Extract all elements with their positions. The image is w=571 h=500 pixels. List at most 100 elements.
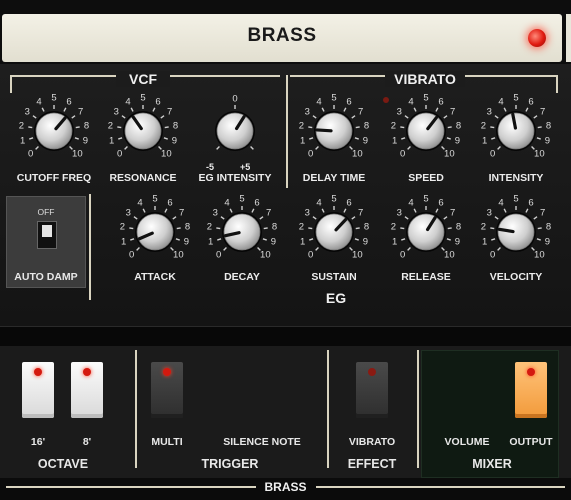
vibrato-knob-1-tick: [446, 137, 451, 140]
vibrato-knob-0-scale-1: 1: [299, 135, 306, 147]
eg-knob-1-group[interactable]: [216, 206, 268, 252]
vcf-knob-1-tick: [118, 137, 123, 140]
vcf-knob-0-scale-9: 9: [82, 135, 89, 147]
eg-knob-1-scale-0: 0: [216, 249, 222, 261]
eg-knob-4-scale-8: 8: [545, 221, 552, 233]
auto-damp-toggle-housing[interactable]: [37, 221, 57, 249]
vibrato-knob-1-group[interactable]: [400, 105, 452, 151]
eg-knob-0-scale-4: 4: [137, 197, 143, 209]
eg-knob-2-scale-1: 1: [299, 236, 306, 248]
eg-knob-0-tick: [142, 208, 146, 213]
vcf-knob-0-tick: [63, 107, 67, 112]
trigger-title: TRIGGER: [201, 457, 259, 471]
vibrato-knob-2-group[interactable]: [490, 105, 542, 151]
eg-knob-2-scale-0: 0: [308, 249, 314, 261]
panel-seam: [0, 326, 571, 346]
volume-label: VOLUME: [444, 436, 490, 448]
eg-knob-4-tick: [525, 208, 529, 213]
vibrato-knob-0-scale-7: 7: [358, 106, 364, 118]
eg-knob-3-tick: [401, 238, 406, 241]
multi-trigger-button[interactable]: [151, 362, 183, 418]
eg-knob-3-tick: [435, 208, 439, 213]
octave-16-button[interactable]: [22, 362, 54, 418]
vcf-knob-1-tick: [124, 146, 128, 150]
vcf-knob-0-tick: [32, 115, 37, 119]
eg-knob-0-cap[interactable]: [136, 213, 174, 251]
footer-title: BRASS: [264, 480, 307, 494]
vcf-knob-0-scale-1: 1: [19, 135, 26, 147]
multi-label: MULTI: [151, 436, 183, 448]
vibrato-knob-0-tick: [309, 137, 314, 140]
eg-knob-2-label: SUSTAIN: [311, 271, 357, 283]
vibrato-knob-2-tick: [537, 126, 542, 129]
eg-knob-4-tick: [490, 227, 495, 230]
output-button[interactable]: [515, 362, 547, 418]
eg-knob-1-scale-3: 3: [212, 207, 218, 219]
eg-knob-4-cap[interactable]: [497, 213, 535, 251]
eg-knob-0-tick: [172, 216, 177, 220]
eg-knob-3-group[interactable]: [400, 206, 452, 252]
vibrato-effect-button[interactable]: [356, 362, 388, 418]
vcf-knob-2-group[interactable]: [215, 105, 255, 151]
vcf-knob-1-cap[interactable]: [124, 112, 162, 150]
vibrato-knob-1-scale-7: 7: [450, 106, 456, 118]
vcf-knob-1-scale-3: 3: [113, 106, 119, 118]
vcf-knob-2-label: EG INTENSITY: [198, 172, 272, 184]
effect-mixer-divider: [417, 350, 419, 468]
eg-knob-0-tick: [136, 247, 140, 251]
eg-knob-0-group[interactable]: [129, 206, 181, 252]
vibrato-knob-1-scale-10: 10: [444, 148, 455, 160]
vibrato-knob-1-scale-2: 2: [390, 120, 397, 132]
vcf-knob-0-tick: [74, 137, 79, 140]
vcf-knob-2-cap[interactable]: [216, 112, 254, 150]
vibrato-knob-0-scale-8: 8: [363, 120, 370, 132]
vcf-knob-1-group[interactable]: [117, 105, 169, 151]
vibrato-knob-0-tick: [308, 126, 313, 129]
vibrato-knob-2-scale-5: 5: [513, 92, 519, 104]
auto-damp-switch[interactable]: OFF AUTO DAMP: [6, 196, 86, 288]
vibrato-knob-1-tick: [400, 126, 405, 129]
vcf-knob-0-scale-10: 10: [72, 148, 83, 160]
eg-knob-4-pointer: [497, 227, 515, 234]
eg-knob-1-tick: [223, 247, 227, 251]
eg-knob-3-label: RELEASE: [401, 271, 451, 283]
eg-knob-4-group[interactable]: [490, 206, 542, 252]
vcf-knob-1-tick: [160, 115, 165, 119]
eg-knob-2-tick: [351, 216, 356, 220]
auto-damp-toggle[interactable]: [42, 225, 52, 237]
octave-8-button[interactable]: [71, 362, 103, 418]
auto-damp-off-label: OFF: [37, 207, 55, 217]
vcf-knob-1-tick: [163, 137, 168, 140]
vibrato-knob-1-cap[interactable]: [407, 112, 445, 150]
eg-knob-0-tick: [130, 238, 135, 241]
vcf-knob-0-scale-4: 4: [36, 96, 42, 108]
eg-knob-0-scale-8: 8: [184, 221, 191, 233]
eg-knob-0-tick: [164, 208, 168, 213]
vibrato-knob-1-scale-4: 4: [408, 96, 414, 108]
vcf-knob-0-scale-2: 2: [18, 120, 25, 132]
multi-trigger-led: [163, 368, 171, 376]
octave-16-label: 16': [30, 436, 46, 448]
vibrato-knob-2-scale-10: 10: [534, 148, 545, 160]
vcf-knob-0-scale-0: 0: [28, 148, 34, 160]
vibrato-knob-2-cap[interactable]: [497, 112, 535, 150]
eg-knob-1-tick: [259, 216, 264, 220]
vcf-knob-1-tick: [121, 115, 126, 119]
eg-knob-2-group[interactable]: [308, 206, 360, 252]
vcf-knob-0-scale-7: 7: [78, 106, 84, 118]
eg-knob-0-scale-3: 3: [125, 207, 131, 219]
eg-knob-1-scale-4: 4: [224, 197, 230, 209]
vcf-knob-0-group[interactable]: [28, 105, 80, 151]
vcf-knob-0-label: CUTOFF FREQ: [16, 172, 92, 184]
eg-knob-1-tick: [229, 208, 233, 213]
octave-8-led: [83, 368, 91, 376]
vibrato-knob-0-group[interactable]: [308, 105, 360, 151]
eg-knob-0-scale-0: 0: [129, 249, 135, 261]
eg-knob-1-cap[interactable]: [223, 213, 261, 251]
vibrato-knob-2-tick: [503, 107, 507, 112]
vibrato-knob-0-tick: [354, 137, 359, 140]
vcf-knob-1-scale-6: 6: [155, 96, 161, 108]
eg-knob-3-cap[interactable]: [407, 213, 445, 251]
vcf-knob-0-scale-6: 6: [66, 96, 72, 108]
eg-knob-3-tick: [407, 247, 411, 251]
